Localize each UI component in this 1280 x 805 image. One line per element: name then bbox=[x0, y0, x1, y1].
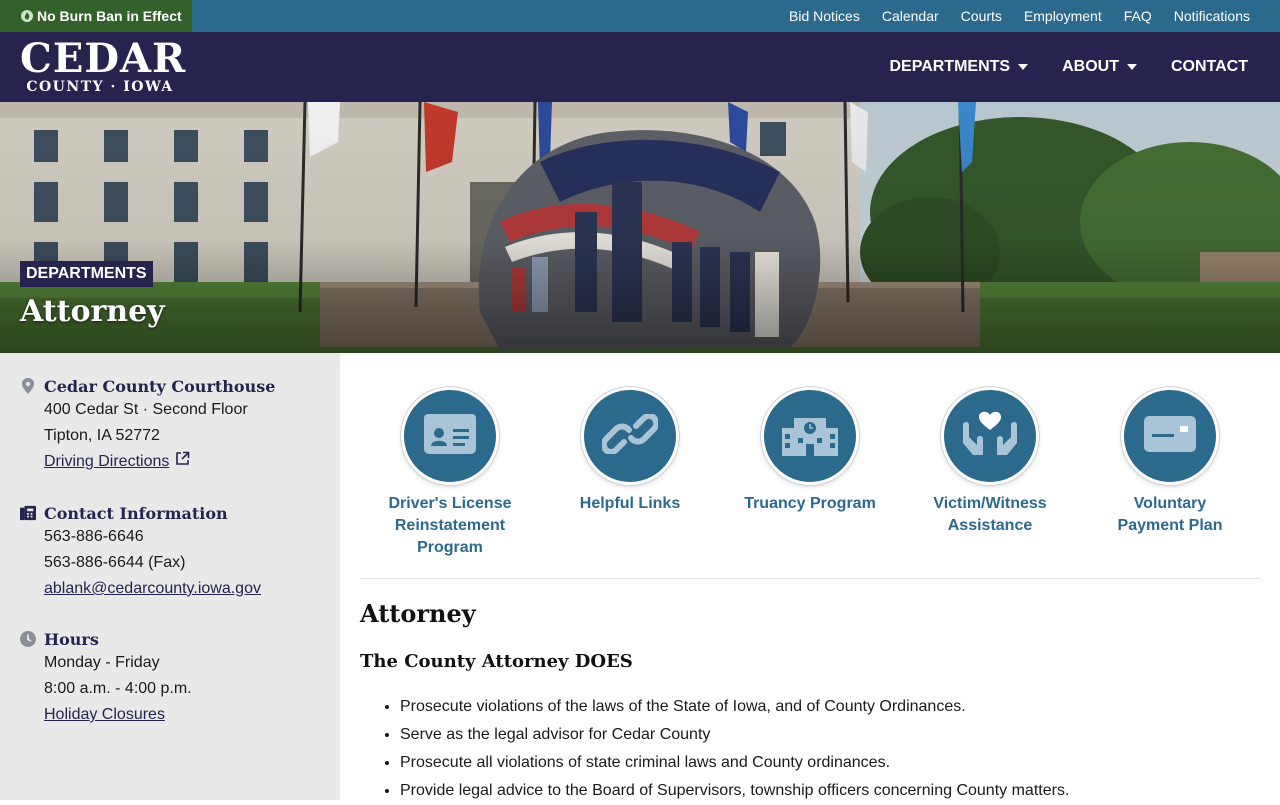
article-subtitle: The County Attorney DOES bbox=[360, 651, 633, 672]
burn-ban-alert[interactable]: No Burn Ban in Effect bbox=[0, 0, 192, 32]
caret-down-icon bbox=[1126, 64, 1137, 70]
quick-link-label: Voluntary Payment Plan bbox=[1117, 495, 1223, 534]
main-content: Driver's License Reinstatement Program H… bbox=[360, 353, 1260, 800]
caret-down-icon bbox=[1018, 64, 1029, 70]
duties-list: Prosecute violations of the laws of the … bbox=[360, 693, 1069, 805]
hours-heading-text: Hours bbox=[44, 629, 99, 649]
logo-sub-text: COUNTY · IOWA bbox=[26, 79, 174, 95]
list-item: Prosecute all violations of state crimin… bbox=[400, 749, 1069, 777]
hours-heading: Hours bbox=[20, 628, 320, 650]
quick-link-victim-witness[interactable]: Victim/Witness Assistance bbox=[920, 387, 1060, 537]
id-card-icon bbox=[424, 413, 476, 459]
quick-link-circle bbox=[401, 387, 499, 485]
address-line-2: Tipton, IA 52772 bbox=[44, 427, 160, 444]
nav-about-label: ABOUT bbox=[1062, 58, 1119, 75]
page-title: Attorney bbox=[20, 294, 165, 329]
quick-link-circle bbox=[581, 387, 679, 485]
nav-about[interactable]: ABOUT bbox=[1062, 58, 1137, 76]
logo-main-text: CEDAR bbox=[20, 35, 187, 82]
content-divider bbox=[360, 578, 1260, 579]
location-heading: Cedar County Courthouse bbox=[20, 375, 320, 397]
contact-heading: Contact Information bbox=[20, 502, 320, 524]
external-link-icon bbox=[175, 449, 190, 475]
fax-number: 563-886-6644 (Fax) bbox=[44, 554, 186, 571]
utility-link-bid-notices[interactable]: Bid Notices bbox=[789, 8, 860, 24]
phone-fax-icon bbox=[20, 505, 36, 521]
driving-directions-text: Driving Directions bbox=[44, 453, 170, 470]
quick-link-drivers-license[interactable]: Driver's License Reinstatement Program bbox=[380, 387, 520, 559]
quick-link-payment-plan[interactable]: Voluntary Payment Plan bbox=[1100, 387, 1240, 537]
quick-link-label: Truancy Program bbox=[744, 495, 876, 512]
utility-link-faq[interactable]: FAQ bbox=[1124, 8, 1152, 24]
utility-link-courts[interactable]: Courts bbox=[961, 8, 1002, 24]
main-nav: DEPARTMENTS ABOUT CONTACT bbox=[855, 32, 1248, 102]
email-link[interactable]: ablank@cedarcounty.iowa.gov bbox=[44, 576, 261, 602]
nav-departments-label: DEPARTMENTS bbox=[889, 58, 1011, 75]
list-item: Prosecute violations of the laws of the … bbox=[400, 693, 1069, 721]
nav-contact[interactable]: CONTACT bbox=[1171, 58, 1248, 76]
nav-departments[interactable]: DEPARTMENTS bbox=[889, 58, 1029, 76]
burn-ban-text: No Burn Ban in Effect bbox=[37, 8, 182, 24]
contact-block: Contact Information 563-886-6646 563-886… bbox=[20, 502, 320, 602]
quick-link-circle bbox=[941, 387, 1039, 485]
link-icon bbox=[600, 412, 660, 459]
utility-bar: No Burn Ban in Effect Bid Notices Calend… bbox=[0, 0, 1280, 32]
sidebar: Cedar County Courthouse 400 Cedar St · S… bbox=[0, 353, 340, 800]
map-pin-icon bbox=[20, 378, 36, 394]
phone-number: 563-886-6646 bbox=[44, 528, 144, 545]
hands-heart-icon bbox=[961, 411, 1019, 462]
hero-banner: DEPARTMENTS Attorney bbox=[0, 102, 1280, 353]
school-icon bbox=[782, 412, 838, 461]
address-line-1: 400 Cedar St · Second Floor bbox=[44, 401, 248, 418]
clock-icon bbox=[20, 631, 36, 647]
quick-link-label: Victim/Witness Assistance bbox=[933, 495, 1047, 534]
quick-link-helpful-links[interactable]: Helpful Links bbox=[560, 387, 700, 515]
utility-link-notifications[interactable]: Notifications bbox=[1174, 8, 1250, 24]
quick-link-label: Helpful Links bbox=[579, 495, 681, 512]
hours-block: Hours Monday - Friday 8:00 a.m. - 4:00 p… bbox=[20, 628, 320, 728]
utility-nav: Bid Notices Calendar Courts Employment F… bbox=[767, 0, 1250, 32]
quick-link-truancy[interactable]: Truancy Program bbox=[740, 387, 880, 515]
contact-heading-text: Contact Information bbox=[44, 503, 228, 523]
quick-link-circle bbox=[1121, 387, 1219, 485]
fire-icon bbox=[21, 10, 33, 22]
site-logo[interactable]: CEDAR COUNTY · IOWA bbox=[20, 35, 187, 95]
quick-link-label: Driver's License Reinstatement Program bbox=[388, 495, 512, 556]
list-item: Provide legal advice to the Board of Sup… bbox=[400, 777, 1069, 805]
site-header: CEDAR COUNTY · IOWA DEPARTMENTS ABOUT CO… bbox=[0, 32, 1280, 102]
utility-link-calendar[interactable]: Calendar bbox=[882, 8, 939, 24]
list-item: Serve as the legal advisor for Cedar Cou… bbox=[400, 721, 1069, 749]
credit-card-icon bbox=[1144, 415, 1196, 457]
quick-link-circle bbox=[761, 387, 859, 485]
hero-photo bbox=[0, 102, 1280, 353]
hero-badge[interactable]: DEPARTMENTS bbox=[20, 261, 153, 287]
nav-contact-label: CONTACT bbox=[1170, 58, 1248, 75]
driving-directions-link[interactable]: Driving Directions bbox=[44, 449, 190, 475]
location-heading-text: Cedar County Courthouse bbox=[44, 376, 276, 396]
article-title: Attorney bbox=[360, 599, 476, 628]
utility-link-employment[interactable]: Employment bbox=[1024, 8, 1102, 24]
hours-days: Monday - Friday bbox=[44, 654, 160, 671]
holiday-closures-link[interactable]: Holiday Closures bbox=[44, 702, 165, 728]
location-block: Cedar County Courthouse 400 Cedar St · S… bbox=[20, 375, 320, 475]
hours-time: 8:00 a.m. - 4:00 p.m. bbox=[44, 680, 192, 697]
